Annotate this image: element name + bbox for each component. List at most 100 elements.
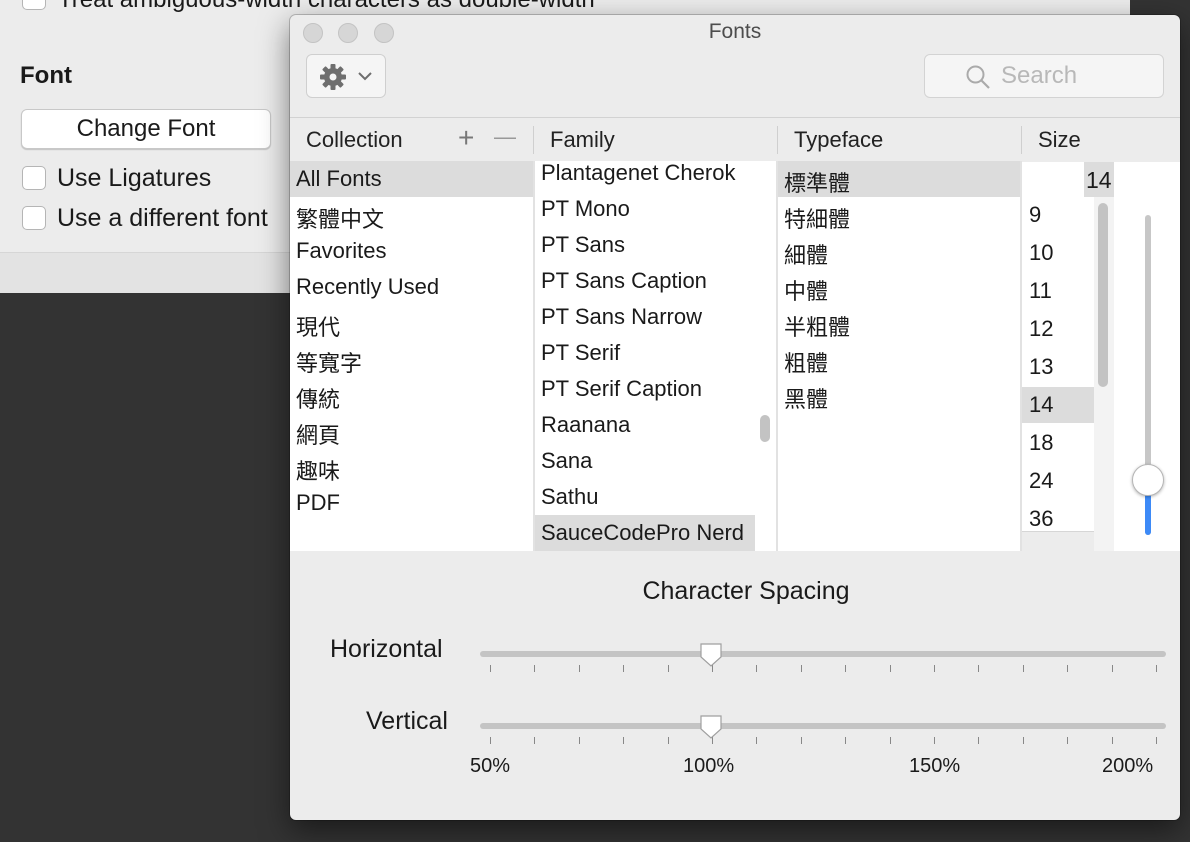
size-value: 14: [1086, 167, 1112, 193]
fonts-panel: Fonts Collection: [290, 15, 1180, 820]
collection-item[interactable]: 等寬字: [290, 341, 533, 377]
typeface-header: Typeface: [794, 127, 884, 152]
size-item[interactable]: 24: [1022, 463, 1094, 499]
scale-label-100: 100%: [683, 755, 735, 777]
slider-tick: [978, 737, 980, 744]
collection-item[interactable]: Favorites: [290, 233, 533, 269]
font-heading: Font: [20, 62, 72, 89]
slider-tick: [756, 665, 758, 672]
collection-item[interactable]: 網頁: [290, 413, 533, 449]
family-item[interactable]: PT Serif: [535, 335, 755, 371]
typeface-item[interactable]: 標準體: [778, 161, 1021, 197]
slider-tick: [667, 737, 669, 744]
horizontal-slider-thumb[interactable]: [699, 642, 723, 668]
remove-collection-button[interactable]: —: [494, 124, 516, 150]
search-input[interactable]: [1001, 61, 1151, 91]
add-collection-button[interactable]: +: [458, 122, 474, 154]
slider-tick: [934, 737, 935, 744]
family-scrollbar[interactable]: [755, 161, 777, 551]
collection-item[interactable]: 現代: [290, 305, 533, 341]
size-scroll-thumb[interactable]: [1098, 203, 1108, 387]
size-item[interactable]: 14: [1022, 387, 1094, 423]
size-item[interactable]: 10: [1022, 235, 1094, 271]
collection-header: Collection: [306, 127, 403, 152]
slider-tick: [978, 665, 980, 672]
character-spacing-title: Character Spacing: [642, 577, 850, 605]
family-scroll-thumb[interactable]: [760, 415, 770, 442]
typeface-item[interactable]: 半粗體: [778, 305, 1021, 341]
typeface-list[interactable]: 標準體 特細體 細體 中體 半粗體 粗體 黑體: [778, 161, 1021, 551]
collection-item[interactable]: PDF: [290, 485, 533, 521]
slider-tick: [578, 737, 580, 744]
panel-title: Fonts: [708, 20, 762, 43]
slider-tick: [1156, 665, 1157, 672]
slider-tick: [667, 665, 669, 672]
typeface-item[interactable]: 細體: [778, 233, 1021, 269]
scale-label-50: 50%: [470, 755, 511, 777]
size-list[interactable]: 9 10 11 12 13 14 18 24 36: [1022, 197, 1095, 532]
family-item[interactable]: PT Sans: [535, 227, 755, 263]
typeface-item[interactable]: 黑體: [778, 377, 1021, 413]
typeface-item[interactable]: 中體: [778, 269, 1021, 305]
family-item[interactable]: Sana: [535, 443, 755, 479]
slider-tick: [490, 665, 491, 672]
collection-item[interactable]: All Fonts: [290, 161, 533, 197]
family-item[interactable]: SauceCodePro Nerd: [535, 515, 755, 551]
horizontal-label: Horizontal: [330, 635, 443, 663]
family-item[interactable]: Sathu: [535, 479, 755, 515]
slider-tick: [1067, 665, 1069, 672]
collection-item[interactable]: 趣味: [290, 449, 533, 485]
size-item[interactable]: 11: [1022, 273, 1094, 309]
collection-list[interactable]: All Fonts 繁體中文 Favorites Recently Used 現…: [290, 161, 533, 551]
column-header-row: Collection + — Family Typeface Size: [290, 117, 1180, 163]
slider-tick: [1156, 737, 1157, 744]
family-item[interactable]: PT Mono: [535, 191, 755, 227]
slider-tick: [1022, 737, 1024, 744]
column-divider[interactable]: [533, 126, 534, 154]
ambiguous-width-checkbox[interactable]: [22, 0, 46, 10]
slider-tick: [1067, 737, 1069, 744]
family-item[interactable]: PT Serif Caption: [535, 371, 755, 407]
typeface-item[interactable]: 特細體: [778, 197, 1021, 233]
vertical-slider-thumb[interactable]: [699, 714, 723, 740]
size-item[interactable]: 18: [1022, 425, 1094, 461]
size-slider-knob[interactable]: [1132, 464, 1164, 496]
family-header: Family: [550, 127, 615, 152]
slider-tick: [845, 737, 847, 744]
family-list[interactable]: Plantagenet Cherok PT Mono PT Sans PT Sa…: [535, 161, 755, 551]
size-item[interactable]: 9: [1022, 197, 1094, 233]
slider-tick: [534, 665, 536, 672]
different-font-checkbox[interactable]: [22, 206, 46, 230]
change-font-button[interactable]: Change Font: [21, 109, 271, 149]
horizontal-spacing-slider[interactable]: [480, 651, 1166, 657]
collection-item[interactable]: 繁體中文: [290, 197, 533, 233]
different-font-label: Use a different font: [57, 204, 268, 232]
slider-tick: [534, 737, 536, 744]
scale-label-200: 200%: [1102, 755, 1154, 777]
size-item[interactable]: 12: [1022, 311, 1094, 347]
action-menu-button[interactable]: [306, 54, 386, 98]
use-ligatures-checkbox[interactable]: [22, 166, 46, 190]
family-item[interactable]: PT Sans Caption: [535, 263, 755, 299]
slider-tick: [800, 737, 802, 744]
collection-item[interactable]: Recently Used: [290, 269, 533, 305]
family-item[interactable]: PT Sans Narrow: [535, 299, 755, 335]
collection-item[interactable]: 傳統: [290, 377, 533, 413]
vertical-spacing-slider[interactable]: [480, 723, 1166, 729]
family-item[interactable]: Raanana: [535, 407, 755, 443]
slider-tick: [934, 665, 935, 672]
column-divider[interactable]: [777, 126, 778, 154]
slider-tick: [490, 737, 491, 744]
search-field[interactable]: [924, 54, 1164, 98]
typeface-item[interactable]: 粗體: [778, 341, 1021, 377]
slider-tick: [1111, 737, 1113, 744]
column-divider[interactable]: [1021, 126, 1022, 154]
family-item[interactable]: Plantagenet Cherok: [535, 161, 755, 191]
size-field[interactable]: 14: [1022, 162, 1180, 199]
slider-tick: [889, 737, 891, 744]
slider-tick: [1022, 665, 1024, 672]
slider-tick: [756, 737, 758, 744]
size-item[interactable]: 36: [1022, 501, 1094, 531]
size-item[interactable]: 13: [1022, 349, 1094, 385]
vertical-label: Vertical: [366, 707, 448, 735]
